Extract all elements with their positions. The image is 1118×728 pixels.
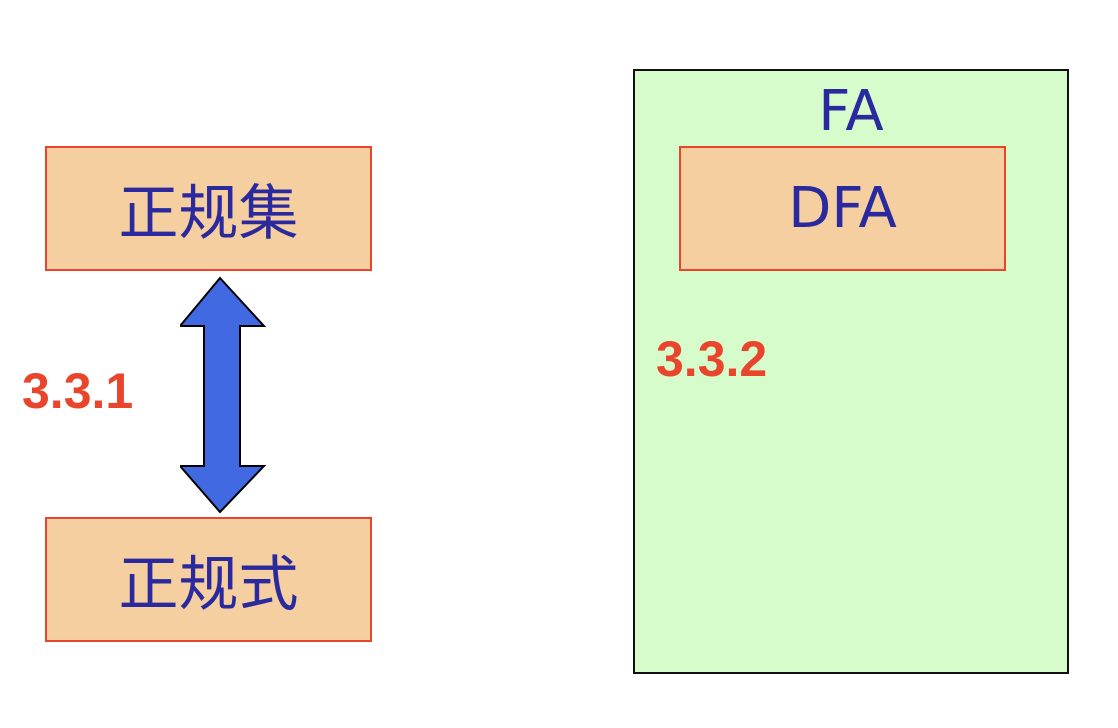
fa-label: FA [818,79,884,144]
regular-set-box: 正规集 [45,146,372,271]
regular-expression-box: 正规式 [45,517,372,642]
dfa-label: DFA [788,176,897,241]
regular-expression-label: 正规式 [118,550,299,620]
regular-set-label: 正规集 [118,179,299,249]
dfa-box: DFA [679,146,1006,271]
section-number-3-3-2: 3.3.2 [656,331,768,387]
section-number-3-3-1: 3.3.1 [22,363,134,419]
bidirectional-arrow-icon [180,276,267,514]
